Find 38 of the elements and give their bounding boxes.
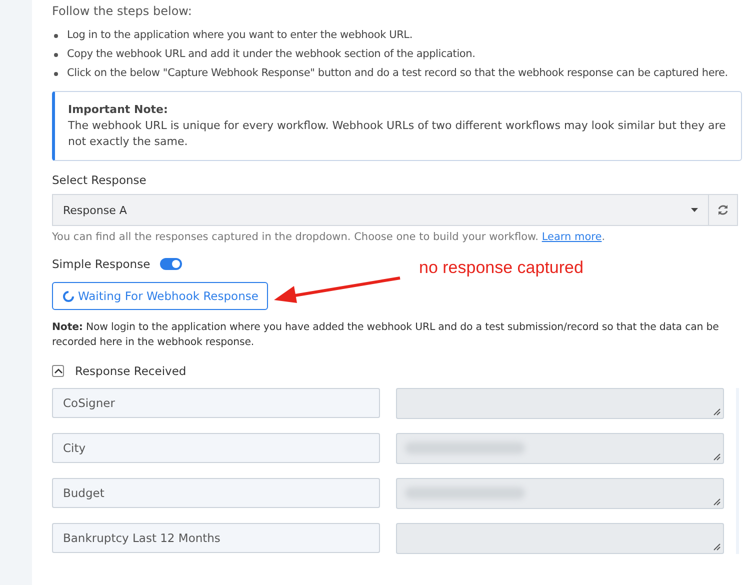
collapse-button[interactable] <box>52 365 64 377</box>
step-item: Log in to the application where you want to enter the webhook URL. <box>67 28 412 43</box>
value-field[interactable] <box>396 433 724 464</box>
bullet-icon <box>54 72 58 76</box>
field-name: Budget <box>52 478 380 508</box>
resize-handle-icon <box>713 408 721 416</box>
note-text: Note: Now login to the application where you have added the webhook URL and do a test submission/record so that the data can be recorded here in the webhook response. <box>52 321 720 350</box>
bullet-icon <box>54 34 58 38</box>
field-name: City <box>52 433 380 463</box>
field-label: Select Response <box>52 173 148 187</box>
value-field[interactable] <box>396 523 724 554</box>
caret-icon <box>691 208 698 212</box>
toggle-label: Simple Response <box>52 257 150 271</box>
intro-text: Follow the steps below: <box>52 4 193 18</box>
capture-button[interactable]: Waiting For Webhook Response <box>52 282 268 310</box>
refresh-icon <box>717 204 729 216</box>
note-text: The webhook URL is unique for every workflow. Webhook URLs of two different workflows may look similar but they are not exactly the same. <box>68 118 727 150</box>
note-title: Important Note: <box>68 102 169 118</box>
annotation-text: no response captured <box>419 258 584 278</box>
section-title: Response Received <box>75 364 186 378</box>
refresh-button[interactable] <box>709 194 738 226</box>
value-field[interactable] <box>396 388 724 419</box>
toggle-switch[interactable] <box>160 258 182 270</box>
learn-more-link[interactable]: Learn more <box>542 231 602 243</box>
chevron-icon <box>54 368 62 374</box>
step-item: Copy the webhook URL and add it under the webhook section of the application. <box>67 47 476 62</box>
step-item: Click on the below "Capture Webhook Response" button and do a test record so that the webhook response can be captured here. <box>67 66 728 81</box>
bullet-icon <box>54 52 58 56</box>
field-name: Bankruptcy Last 12 Months <box>52 523 380 553</box>
resize-handle-icon <box>713 543 721 551</box>
response-dropdown[interactable]: Response A <box>52 194 709 226</box>
value-field[interactable] <box>396 478 724 509</box>
spinner-icon <box>62 290 75 302</box>
help-period: . <box>602 231 606 243</box>
help-text: You can find all the responses captured in the dropdown. Choose one to build your workflow. <box>52 231 538 243</box>
field-name: CoSigner <box>52 388 380 418</box>
resize-handle-icon <box>713 453 721 461</box>
resize-handle-icon <box>713 498 721 506</box>
